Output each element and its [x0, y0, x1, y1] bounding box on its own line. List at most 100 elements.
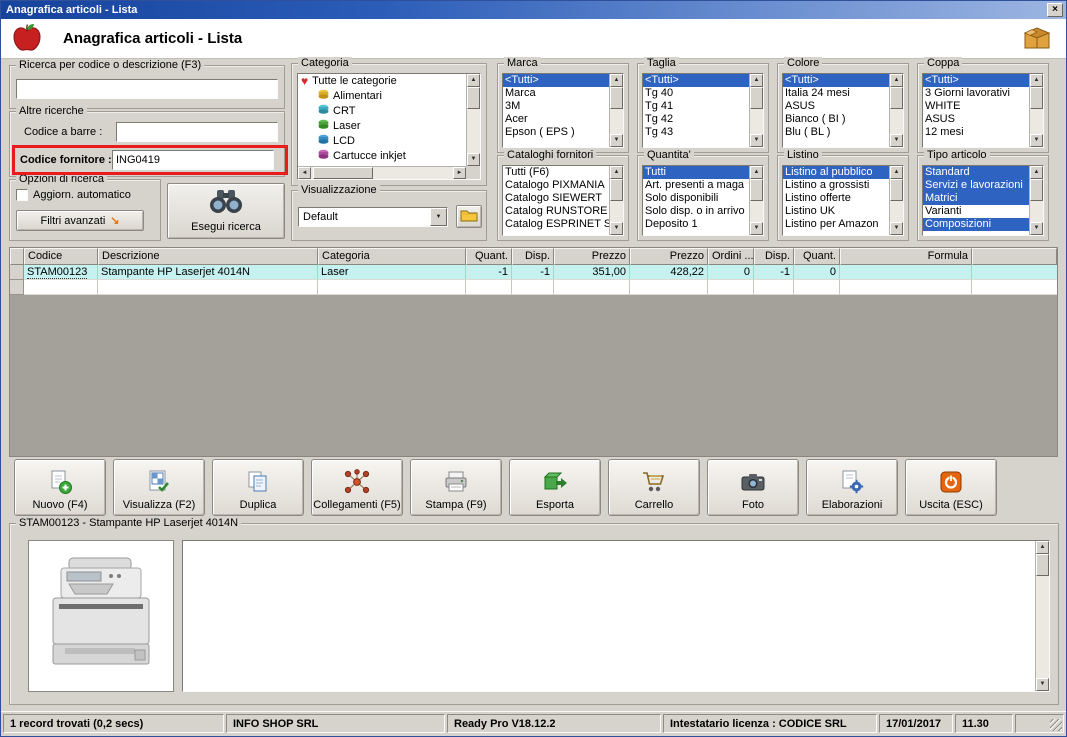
scroll-thumb[interactable]: [750, 179, 763, 201]
grid-header-cell[interactable]: Formula: [840, 248, 972, 265]
visualization-select[interactable]: Default ▼: [298, 207, 448, 227]
scroll-thumb[interactable]: [1030, 179, 1043, 201]
scroll-left-button[interactable]: ◄: [298, 167, 311, 179]
scroll-thumb[interactable]: [1036, 554, 1049, 576]
tree-item-root[interactable]: ♥ Tutte le categorie: [298, 74, 466, 89]
list-item[interactable]: ASUS: [923, 113, 1029, 126]
list-item[interactable]: Tutti (F6): [503, 166, 609, 179]
photo-button[interactable]: Foto: [707, 459, 799, 516]
v-scrollbar[interactable]: ▲ ▼: [889, 166, 903, 235]
scroll-up-button[interactable]: ▲: [610, 74, 623, 87]
grid-header-cell[interactable]: Disp.: [512, 248, 554, 265]
run-search-button[interactable]: Esegui ricerca: [167, 183, 285, 239]
v-scrollbar[interactable]: ▲ ▼: [609, 166, 623, 235]
list-item[interactable]: Listino al pubblico: [783, 166, 889, 179]
grid-header-cell[interactable]: Disp.: [754, 248, 794, 265]
list-item[interactable]: Servizi e lavorazioni: [923, 179, 1029, 192]
search-input[interactable]: [16, 79, 278, 99]
list-item[interactable]: <Tutti>: [503, 74, 609, 87]
list-item[interactable]: Solo disponibili: [643, 192, 749, 205]
list-item[interactable]: Bianco ( BI ): [783, 113, 889, 126]
scroll-up-button[interactable]: ▲: [1030, 166, 1043, 179]
list-item[interactable]: Catalog ESPRINET SPA: [503, 218, 609, 231]
scroll-up-button[interactable]: ▲: [610, 166, 623, 179]
scroll-up-button[interactable]: ▲: [750, 166, 763, 179]
h-scrollbar[interactable]: ◄ ►: [298, 166, 466, 179]
dropdown-arrow-icon[interactable]: ▼: [430, 208, 447, 226]
grid-header-cell[interactable]: Ordini ...: [708, 248, 754, 265]
view-button[interactable]: Visualizza (F2): [113, 459, 205, 516]
scroll-down-button[interactable]: ▼: [610, 222, 623, 235]
scroll-up-button[interactable]: ▲: [890, 74, 903, 87]
auto-update-checkbox[interactable]: [16, 189, 28, 201]
grid-header-cell[interactable]: Prezzo: [630, 248, 708, 265]
scroll-up-button[interactable]: ▲: [890, 166, 903, 179]
list-item[interactable]: Acer: [503, 113, 609, 126]
cart-button[interactable]: Carrello: [608, 459, 700, 516]
scroll-right-button[interactable]: ►: [453, 167, 466, 179]
supplier-code-input[interactable]: [112, 150, 274, 170]
list-item[interactable]: Varianti: [923, 205, 1029, 218]
resize-grip[interactable]: [1050, 719, 1062, 731]
list-item[interactable]: Solo disp. o in arrivo: [643, 205, 749, 218]
tree-item[interactable]: Laser: [298, 119, 466, 134]
v-scrollbar[interactable]: ▲ ▼: [609, 74, 623, 147]
list-item[interactable]: 3M: [503, 100, 609, 113]
titlebar[interactable]: Anagrafica articoli - Lista ×: [1, 1, 1066, 19]
scroll-down-button[interactable]: ▼: [1030, 134, 1043, 147]
row-selector[interactable]: [10, 265, 24, 280]
list-item[interactable]: WHITE: [923, 100, 1029, 113]
list-item[interactable]: Listino a grossisti: [783, 179, 889, 192]
list-item[interactable]: <Tutti>: [923, 74, 1029, 87]
exit-button[interactable]: Uscita (ESC): [905, 459, 997, 516]
scroll-up-button[interactable]: ▲: [467, 74, 480, 87]
v-scrollbar[interactable]: ▲ ▼: [1035, 541, 1049, 691]
list-item[interactable]: Composizioni: [923, 218, 1029, 231]
list-item[interactable]: Listino offerte: [783, 192, 889, 205]
list-item[interactable]: Tutti: [643, 166, 749, 179]
list-item[interactable]: <Tutti>: [643, 74, 749, 87]
grid-row[interactable]: STAM00123 Stampante HP Laserjet 4014N La…: [10, 265, 1057, 280]
list-item[interactable]: <Tutti>: [783, 74, 889, 87]
barcode-input[interactable]: [116, 122, 278, 142]
list-item[interactable]: Matrici: [923, 192, 1029, 205]
scroll-down-button[interactable]: ▼: [750, 134, 763, 147]
scroll-up-button[interactable]: ▲: [750, 74, 763, 87]
list-item[interactable]: Italia 24 mesi: [783, 87, 889, 100]
grid-header-cell[interactable]: Codice: [24, 248, 98, 265]
scroll-thumb[interactable]: [467, 87, 480, 109]
grid-header-cell[interactable]: Quant.: [794, 248, 840, 265]
scroll-down-button[interactable]: ▼: [1030, 222, 1043, 235]
scroll-down-button[interactable]: ▼: [467, 153, 480, 166]
list-item[interactable]: Marca: [503, 87, 609, 100]
list-item[interactable]: Blu ( BL ): [783, 126, 889, 139]
grid-row-empty[interactable]: [10, 280, 1057, 295]
list-item[interactable]: Tg 41: [643, 100, 749, 113]
list-item[interactable]: Listino per Amazon: [783, 218, 889, 231]
list-item[interactable]: Catalogo SIEWERT: [503, 192, 609, 205]
scroll-up-button[interactable]: ▲: [1036, 541, 1049, 554]
scroll-down-button[interactable]: ▼: [890, 134, 903, 147]
new-button[interactable]: Nuovo (F4): [14, 459, 106, 516]
scroll-thumb[interactable]: [610, 179, 623, 201]
list-item[interactable]: Catalog RUNSTORE: [503, 205, 609, 218]
list-item[interactable]: Art. presenti a maga: [643, 179, 749, 192]
v-scrollbar[interactable]: ▲ ▼: [749, 166, 763, 235]
grid-header-cell[interactable]: Descrizione: [98, 248, 318, 265]
tree-item[interactable]: LCD: [298, 134, 466, 149]
tree-item[interactable]: CRT: [298, 104, 466, 119]
links-button[interactable]: Collegamenti (F5): [311, 459, 403, 516]
scroll-thumb[interactable]: [610, 87, 623, 109]
list-item[interactable]: Epson ( EPS ): [503, 126, 609, 139]
list-item[interactable]: Deposito 1: [643, 218, 749, 231]
tree-item[interactable]: Alimentari: [298, 89, 466, 104]
scroll-down-button[interactable]: ▼: [610, 134, 623, 147]
v-scrollbar[interactable]: ▲ ▼: [1029, 166, 1043, 235]
list-item[interactable]: Tg 42: [643, 113, 749, 126]
package-icon[interactable]: [1022, 23, 1052, 54]
close-button[interactable]: ×: [1047, 3, 1063, 17]
print-button[interactable]: Stampa (F9): [410, 459, 502, 516]
row-selector[interactable]: [10, 280, 24, 295]
scroll-down-button[interactable]: ▼: [1036, 678, 1049, 691]
list-item[interactable]: Listino UK: [783, 205, 889, 218]
